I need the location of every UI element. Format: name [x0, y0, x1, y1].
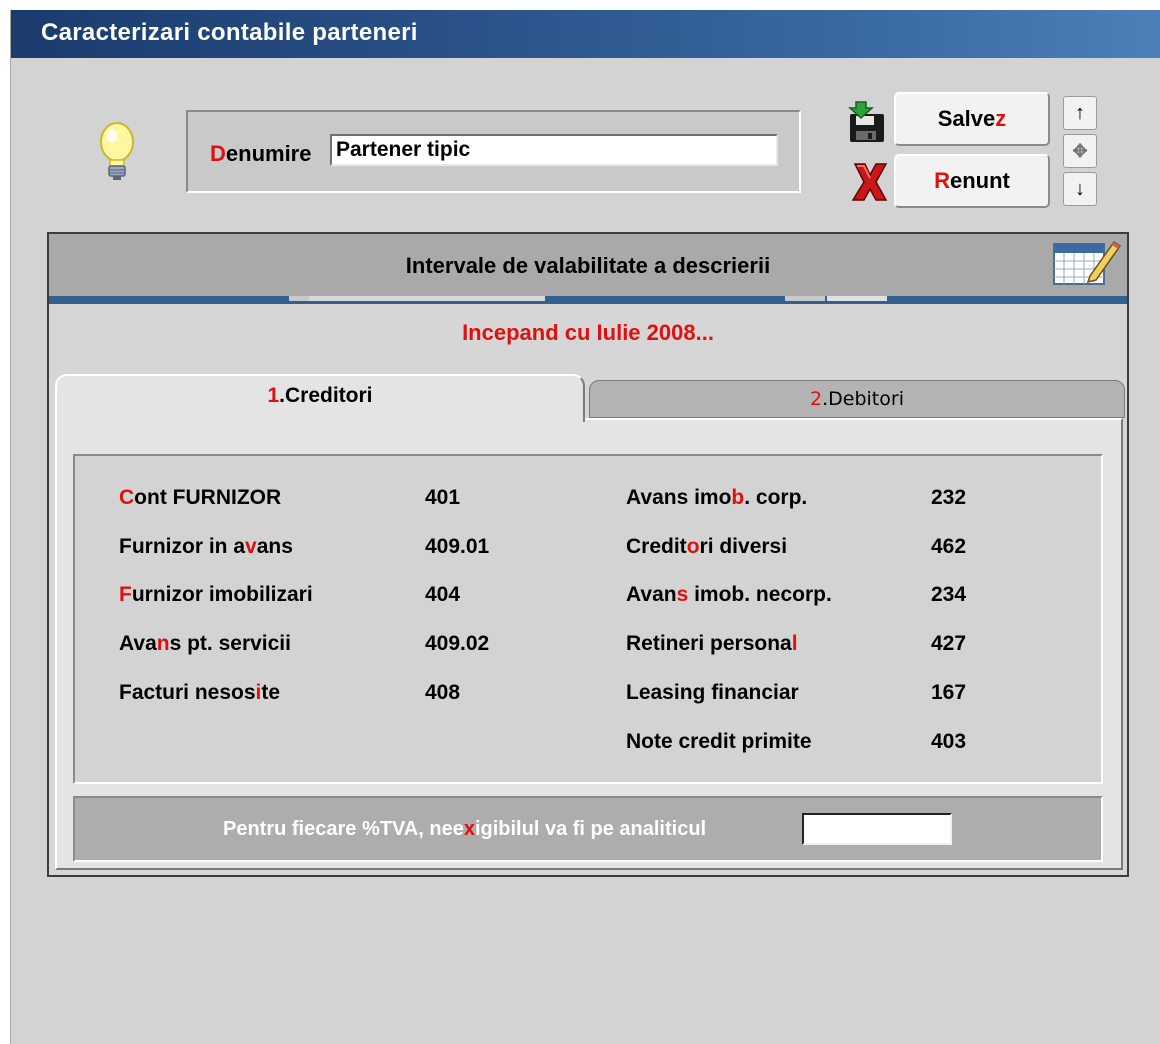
account-label-retineri-personal: Retineri personal — [626, 632, 798, 655]
account-value-leasing-financiar[interactable]: 167 — [931, 681, 966, 705]
lightbulb-icon — [100, 122, 134, 180]
tab-creditori[interactable]: 1.Creditori — [55, 374, 585, 422]
account-label-avans-imob-necorp: Avans imob. necorp. — [626, 583, 832, 606]
save-disk-icon — [848, 101, 884, 142]
window-title: Caracterizari contabile parteneri — [41, 19, 418, 46]
accounts-box: Cont FURNIZOR 401 Furnizor in avans 409.… — [73, 454, 1103, 784]
account-value-note-credit[interactable]: 403 — [931, 730, 966, 754]
tab-content-creditori: Cont FURNIZOR 401 Furnizor in avans 409.… — [55, 418, 1123, 870]
account-value-furnizor-imobilizari[interactable]: 404 — [425, 583, 460, 607]
account-label-avans-servicii: Avans pt. servicii — [119, 632, 291, 655]
account-value-cont-furnizor[interactable]: 401 — [425, 486, 460, 510]
name-panel: Denumire — [186, 110, 801, 193]
account-value-creditori-diversi[interactable]: 462 — [931, 535, 966, 559]
account-label-furnizor-imobilizari: Furnizor imobilizari — [119, 583, 313, 606]
nav-up-button[interactable]: ↑ — [1063, 96, 1097, 130]
name-input[interactable] — [330, 134, 778, 166]
validity-header: Intervale de valabilitate a descrierii — [49, 234, 1127, 296]
app-window: Caracterizari contabile parteneri Denumi… — [10, 10, 1160, 1044]
arrow-up-icon: ↑ — [1075, 102, 1085, 124]
title-bar: Caracterizari contabile parteneri — [11, 10, 1160, 58]
nav-move-button[interactable]: ✥ — [1063, 134, 1097, 168]
account-label-creditori-diversi: Creditori diversi — [626, 535, 788, 558]
arrow-down-icon: ↓ — [1075, 178, 1085, 200]
account-label-cont-furnizor: Cont FURNIZOR — [119, 486, 282, 509]
account-label-leasing-financiar: Leasing financiar — [626, 681, 799, 704]
vat-analytic-box: Pentru fiecare %TVA, neexigibilul va fi … — [73, 796, 1103, 862]
account-value-retineri-personal[interactable]: 427 — [931, 632, 966, 656]
validity-header-title: Intervale de valabilitate a descrierii — [405, 253, 771, 278]
tab-debitori[interactable]: 2.Debitori — [589, 380, 1125, 418]
calendar-edit-icon[interactable] — [1052, 236, 1122, 288]
vat-analytic-label: Pentru fiecare %TVA, neexigibilul va fi … — [223, 818, 707, 840]
cancel-x-icon — [851, 163, 888, 201]
account-label-furnizor-avans: Furnizor in avans — [119, 535, 293, 558]
account-value-avans-imob-necorp[interactable]: 234 — [931, 583, 966, 607]
account-value-avans-imob-corp[interactable]: 232 — [931, 486, 966, 510]
account-label-note-credit: Note credit primite — [626, 730, 812, 753]
save-button[interactable]: Salvez — [894, 92, 1050, 146]
cancel-button[interactable]: Renunt — [894, 154, 1050, 208]
account-value-facturi-nesosite[interactable]: 408 — [425, 681, 460, 705]
vat-analytic-input[interactable] — [802, 813, 952, 845]
move-icon: ✥ — [1072, 141, 1088, 161]
account-value-avans-servicii[interactable]: 409.02 — [425, 632, 489, 656]
name-label: Denumire — [210, 141, 312, 166]
validity-group: Intervale de valabilitate a descrierii I… — [47, 232, 1129, 877]
account-label-avans-imob-corp: Avans imob. corp. — [626, 486, 808, 509]
account-label-facturi-nesosite: Facturi nesosite — [119, 681, 281, 704]
interval-label[interactable]: Incepand cu Iulie 2008... — [49, 320, 1127, 346]
account-value-furnizor-avans[interactable]: 409.01 — [425, 535, 489, 559]
nav-down-button[interactable]: ↓ — [1063, 172, 1097, 206]
header-divider — [49, 296, 1127, 304]
